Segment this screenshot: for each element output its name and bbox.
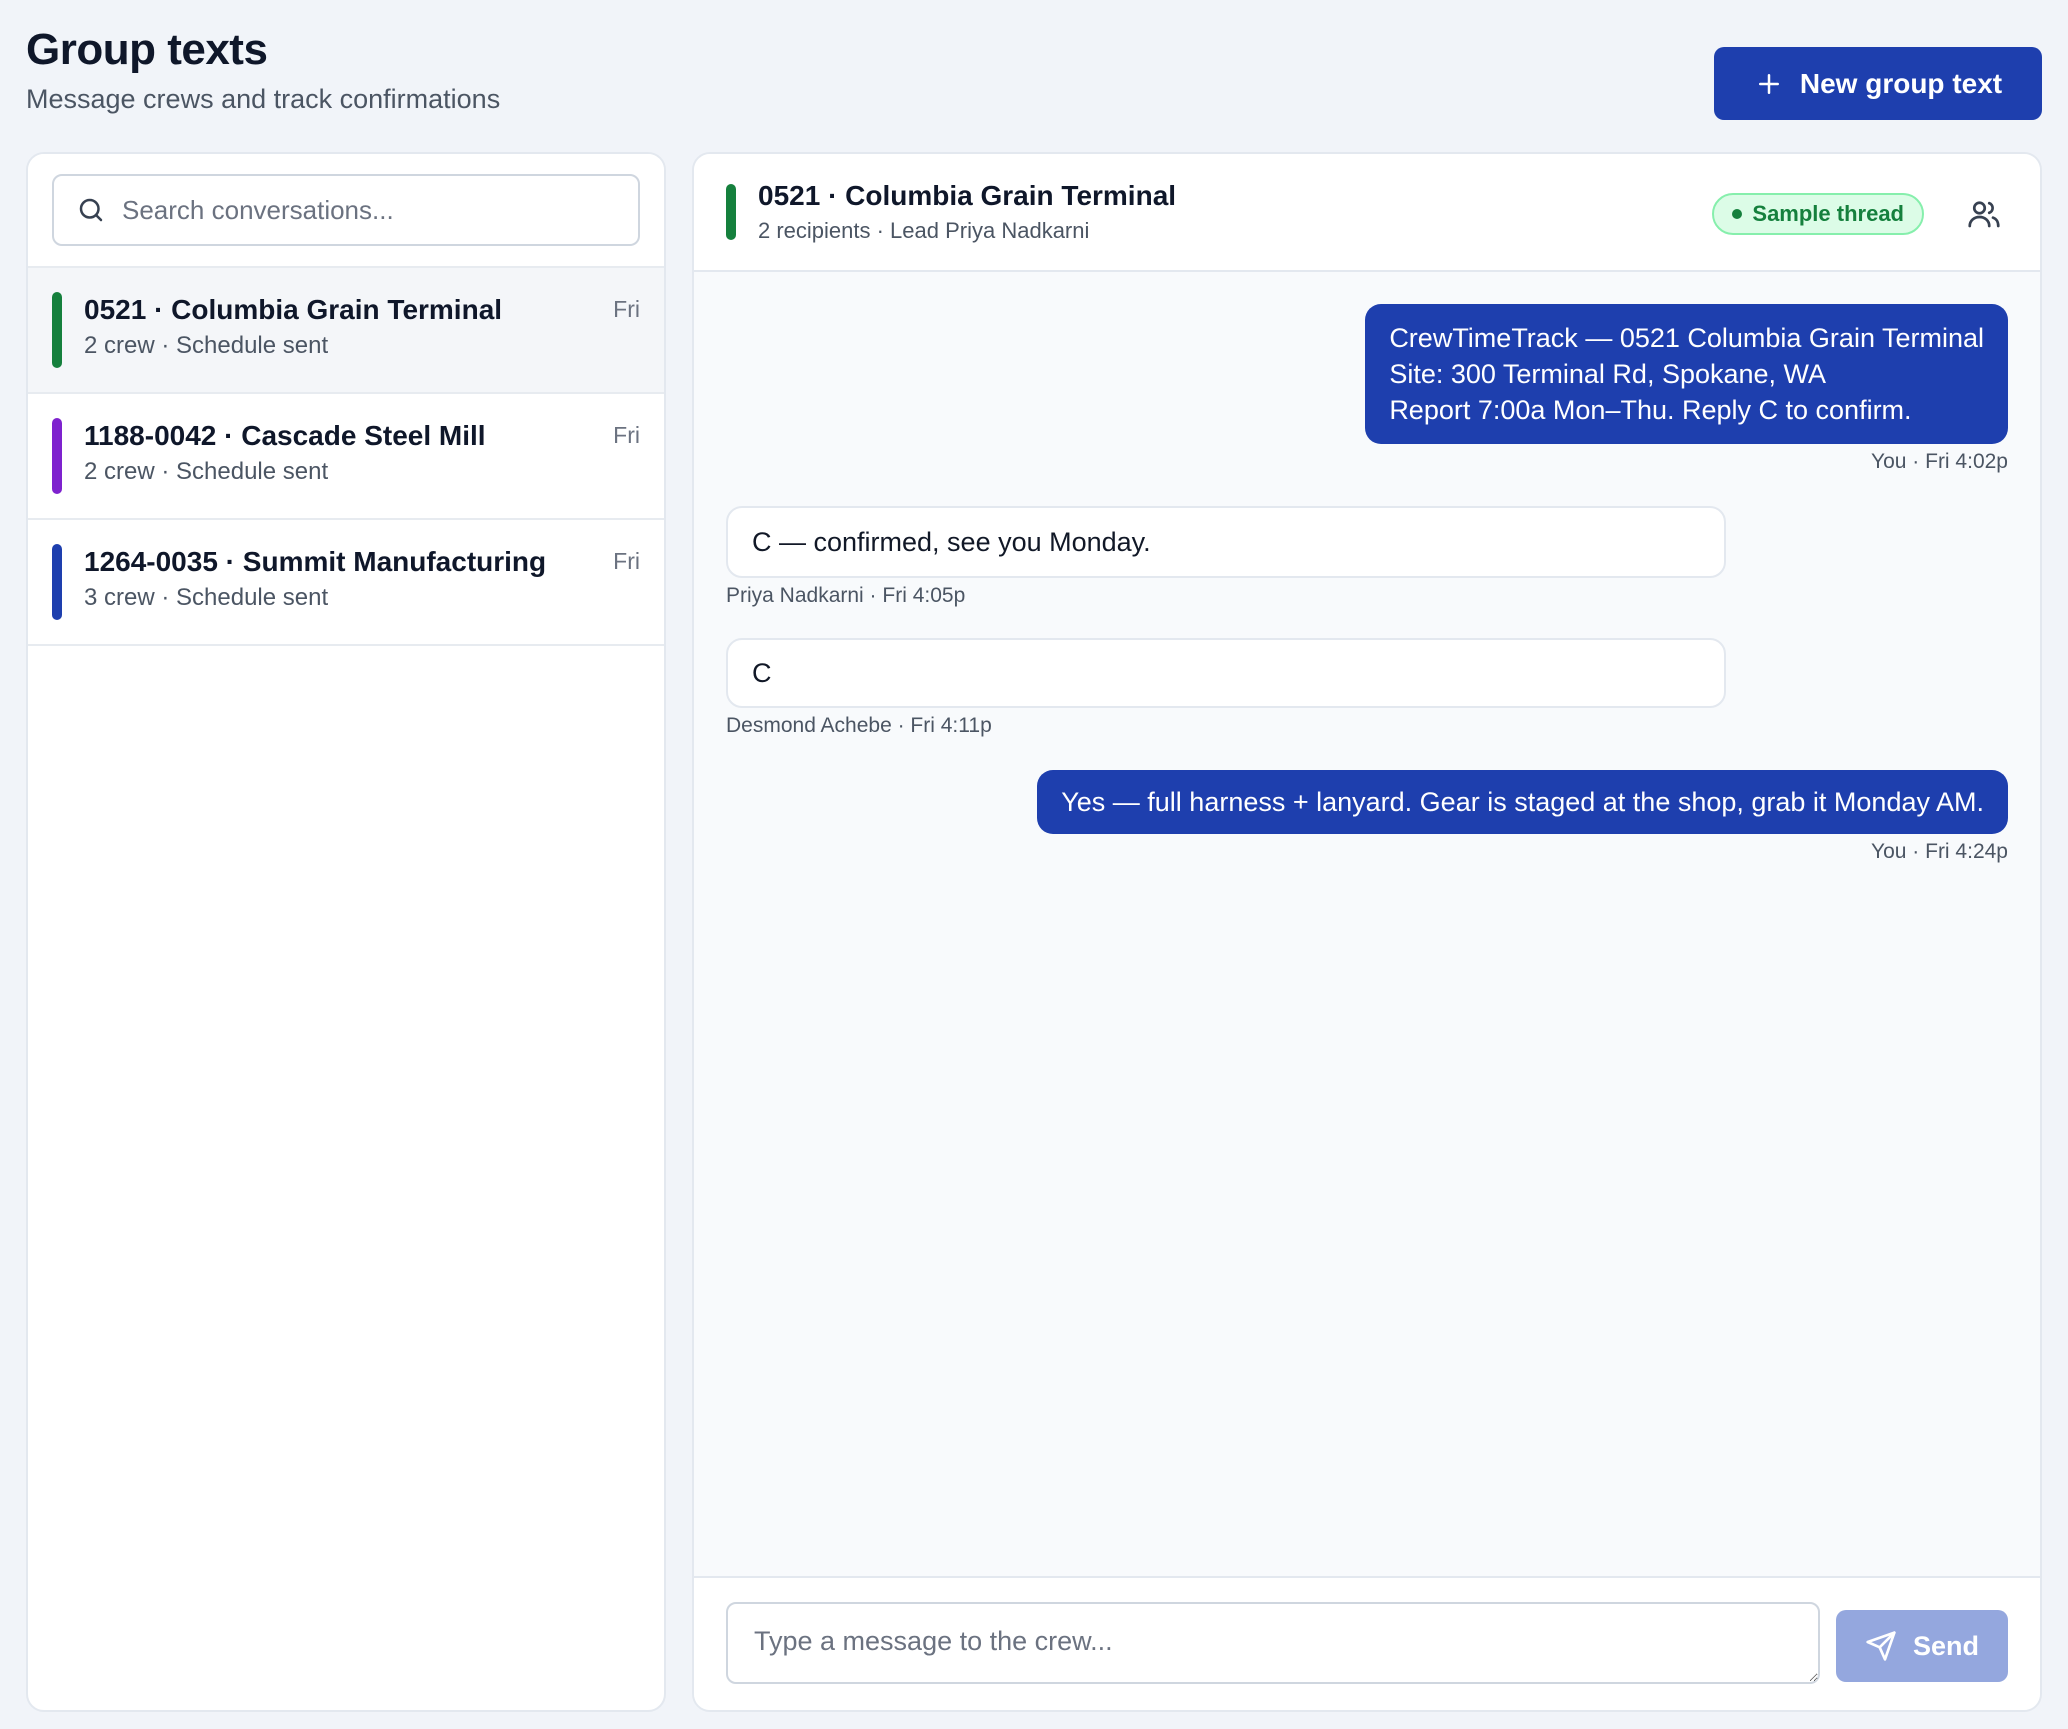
page-header: Group texts Message crews and track conf… <box>26 22 500 115</box>
plus-icon <box>1758 73 1779 94</box>
page-subtitle: Message crews and track confirmations <box>26 84 501 114</box>
message-bubble-incoming: C <box>726 638 1726 708</box>
search-icon <box>79 198 103 222</box>
message-outgoing: CrewTimeTrack — 0521 Columbia Grain Term… <box>1365 304 2008 474</box>
message-meta: You · Fri 4:24p <box>1871 840 2008 863</box>
message-input[interactable] <box>726 1602 1820 1684</box>
message-incoming: C — confirmed, see you Monday. Priya Nad… <box>726 506 1726 608</box>
thread-panel: 0521 · Columbia Grain Terminal 2 recipie… <box>692 152 2042 1712</box>
search-container <box>28 154 664 268</box>
send-label: Send <box>1912 1630 1979 1661</box>
message-meta: You · Fri 4:02p <box>1871 450 2008 473</box>
new-group-text-label: New group text <box>1799 67 2003 99</box>
conversation-meta: 2 crew · Schedule sent <box>84 332 329 359</box>
conversation-color-bar <box>52 292 62 368</box>
send-icon <box>1866 1631 1896 1661</box>
message-meta: Desmond Achebe · Fri 4:11p <box>726 714 992 737</box>
message-line: CrewTimeTrack — 0521 Columbia Grain Term… <box>1389 323 1984 353</box>
conversation-time: Fri <box>613 548 640 574</box>
message-line: Site: 300 Terminal Rd, Spokane, WA <box>1389 359 1827 389</box>
search-box[interactable] <box>52 174 640 246</box>
sample-thread-label: Sample thread <box>1752 201 1904 226</box>
conversation-item[interactable]: 1188-0042 · Cascade Steel Mill 2 crew · … <box>28 394 664 520</box>
status-dot-icon <box>1732 209 1743 219</box>
thread-header: 0521 · Columbia Grain Terminal 2 recipie… <box>694 154 2040 272</box>
conversation-name: 0521 · Columbia Grain Terminal <box>84 294 503 325</box>
conversation-color-bar <box>52 544 62 620</box>
message-bubble-outgoing: Yes — full harness + lanyard. Gear is st… <box>1037 770 2008 834</box>
conversation-name: 1264-0035 · Summit Manufacturing <box>84 546 547 577</box>
search-input[interactable] <box>122 194 616 226</box>
message-composer: Send <box>694 1576 2040 1710</box>
conversation-item[interactable]: 1264-0035 · Summit Manufacturing 3 crew … <box>28 520 664 646</box>
conversation-item[interactable]: 0521 · Columbia Grain Terminal 2 crew · … <box>28 268 664 394</box>
message-outgoing: Yes — full harness + lanyard. Gear is st… <box>1037 770 2008 864</box>
message-meta: Priya Nadkarni · Fri 4:05p <box>726 584 966 607</box>
message-bubble-outgoing: CrewTimeTrack — 0521 Columbia Grain Term… <box>1365 304 2008 444</box>
thread-color-bar <box>726 184 736 240</box>
message-incoming: C Desmond Achebe · Fri 4:11p <box>726 638 1726 738</box>
conversation-time: Fri <box>613 422 640 448</box>
page-title: Group texts <box>26 25 268 74</box>
conversation-name: 1188-0042 · Cascade Steel Mill <box>84 420 486 451</box>
send-button[interactable]: Send <box>1836 1610 2008 1682</box>
new-group-text-button[interactable]: New group text <box>1714 47 2042 120</box>
message-bubble-incoming: C — confirmed, see you Monday. <box>726 506 1726 578</box>
conversation-meta: 2 crew · Schedule sent <box>84 458 329 485</box>
conversation-list-panel: 0521 · Columbia Grain Terminal 2 crew · … <box>26 152 666 1712</box>
message-line: Report 7:00a Mon–Thu. Reply C to confirm… <box>1389 395 1912 425</box>
conversation-color-bar <box>52 418 62 494</box>
conversation-time: Fri <box>613 296 640 322</box>
sample-thread-badge: Sample thread <box>1712 193 1924 235</box>
message-list: CrewTimeTrack — 0521 Columbia Grain Term… <box>694 272 2040 1562</box>
people-icon[interactable] <box>1966 196 2002 232</box>
conversation-meta: 3 crew · Schedule sent <box>84 584 329 611</box>
